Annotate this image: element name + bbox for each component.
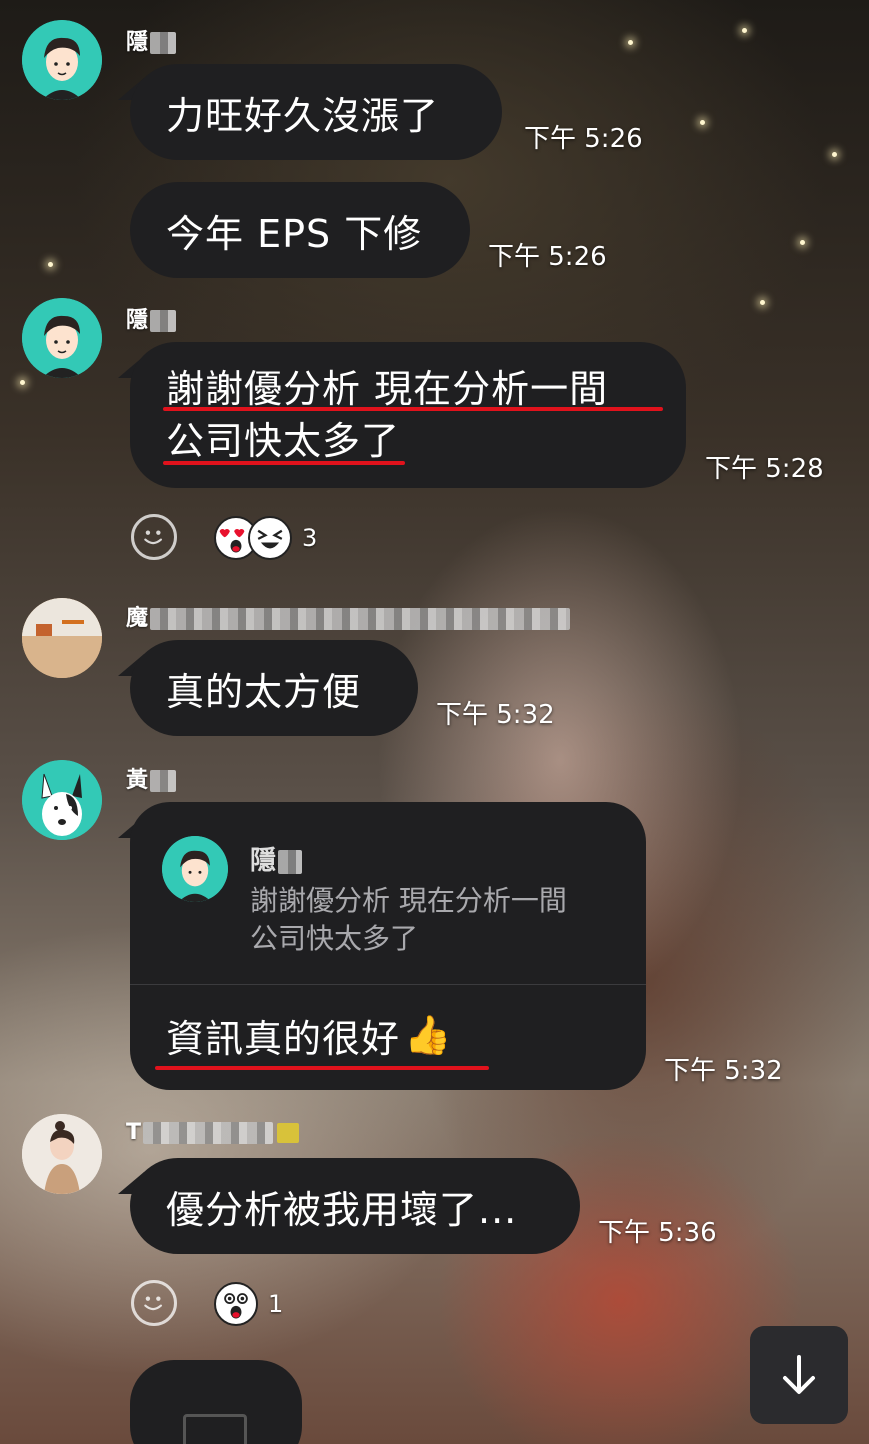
message-time: 下午 5:26 (488, 242, 607, 272)
sender-name: 魔 (126, 600, 571, 632)
redacted-name (143, 1122, 274, 1144)
reaction-count: 3 (302, 524, 318, 552)
add-reaction-button[interactable] (131, 1280, 177, 1326)
message-text: 資訊真的很好 👍 (166, 1013, 453, 1061)
sender-name: T (126, 1120, 300, 1145)
arrow-down-icon (783, 1355, 815, 1394)
sender-name: 黃 (126, 762, 177, 794)
laughing-face-icon (257, 529, 283, 549)
message-text: 優分析被我用壞了... (166, 1187, 518, 1232)
scroll-to-bottom-button[interactable] (750, 1326, 848, 1424)
redacted-name (150, 310, 177, 332)
red-underline (163, 407, 663, 411)
quoted-avatar (162, 836, 228, 902)
background-light (800, 240, 805, 245)
surprised-reaction[interactable] (214, 1282, 258, 1326)
background-light (700, 120, 705, 125)
message-text: 力旺好久沒漲了 (166, 93, 440, 138)
redacted-name (150, 770, 177, 792)
laughing-reaction[interactable] (248, 516, 292, 560)
redacted-name (150, 32, 177, 54)
redacted-name (150, 608, 571, 630)
badge-icon (277, 1123, 300, 1143)
background-light (742, 28, 747, 33)
background-light (20, 380, 25, 385)
avatar[interactable] (22, 20, 102, 100)
quoted-sender-name: 隱 (250, 840, 303, 877)
avatar-man-icon (162, 836, 228, 902)
background-light (48, 262, 53, 267)
message-bubble[interactable]: 力旺好久沒漲了 (130, 64, 502, 160)
message-text: 真的太方便 (166, 669, 362, 714)
reply-message-bubble[interactable]: 隱 謝謝優分析 現在分析一間 公司快太多了 資訊真的很好 👍 (130, 802, 646, 1090)
message-bubble[interactable]: 優分析被我用壞了... (130, 1158, 580, 1254)
avatar-man-icon (22, 298, 102, 378)
sender-name: 隱 (126, 302, 177, 334)
background-light (628, 40, 633, 45)
message-bubble[interactable]: 謝謝優分析 現在分析一間 公司快太多了 (130, 342, 686, 488)
avatar-man-icon (22, 20, 102, 100)
message-text-line: 公司快太多了 (166, 419, 401, 463)
sender-name: 隱 (126, 24, 177, 56)
avatar[interactable] (22, 1114, 102, 1194)
avatar-dog-icon (22, 760, 102, 840)
redacted-name (278, 849, 303, 874)
avatar-photo-icon (22, 1114, 102, 1194)
surprised-face-icon (224, 1293, 248, 1319)
message-time: 下午 5:32 (436, 700, 555, 730)
reply-divider (130, 984, 646, 985)
smiley-outline-icon (144, 530, 163, 545)
message-time: 下午 5:36 (598, 1218, 717, 1248)
message-bubble[interactable]: 今年 EPS 下修 (130, 182, 470, 278)
thumbs-up-icon: 👍 (404, 1013, 453, 1057)
message-time: 下午 5:28 (705, 454, 824, 484)
avatar[interactable] (22, 598, 102, 678)
background-light (832, 152, 837, 157)
avatar[interactable] (22, 298, 102, 378)
red-underline (155, 1066, 489, 1070)
message-text: 今年 EPS 下修 (166, 211, 423, 256)
image-icon (183, 1414, 247, 1444)
message-time: 下午 5:32 (664, 1056, 783, 1086)
avatar-room-icon (22, 598, 102, 678)
add-reaction-button[interactable] (131, 514, 177, 560)
red-underline (163, 461, 405, 465)
message-time: 下午 5:26 (524, 124, 643, 154)
avatar[interactable] (22, 760, 102, 840)
quoted-message-text: 謝謝優分析 現在分析一間 公司快太多了 (250, 884, 567, 955)
smiley-outline-icon (144, 1296, 163, 1311)
reaction-count: 1 (268, 1290, 284, 1318)
background-light (760, 300, 765, 305)
message-bubble[interactable]: 真的太方便 (130, 640, 418, 736)
